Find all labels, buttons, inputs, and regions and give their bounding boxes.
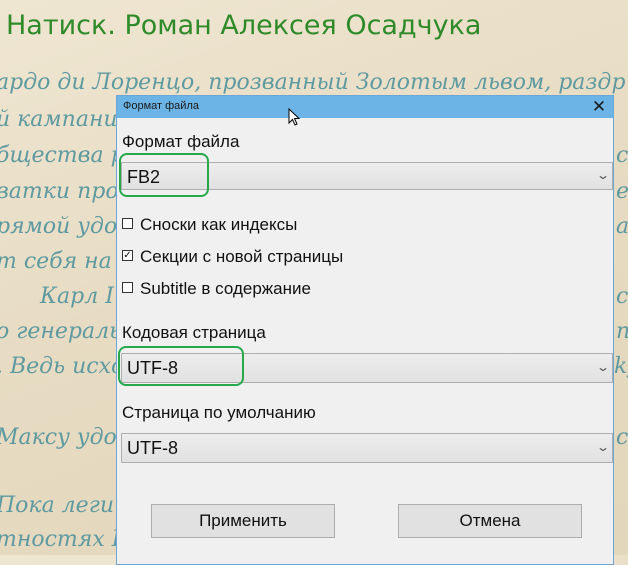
codepage-value: UTF-8 [127,358,178,378]
dialog-titlebar[interactable]: Формат файла ✕ [117,96,613,118]
book-title: Натиск. Роман Алексея Осадчука [6,10,482,41]
background-text-fragment: c [616,143,628,168]
cancel-button[interactable]: Отмена [398,504,582,538]
apply-button[interactable]: Применить [151,504,335,538]
format-value: FB2 [127,167,161,187]
close-button[interactable]: ✕ [585,96,613,118]
background-text-fragment: c [616,425,628,450]
mouse-cursor-icon [288,108,301,126]
sections-new-page-checkbox[interactable]: ✓ [122,250,133,261]
dialog-title: Формат файла [123,100,199,112]
format-label: Формат файла [122,132,240,151]
background-text-fragment: ky [614,354,628,379]
codepage-select[interactable]: UTF-8 ⌄ [121,353,613,383]
footnotes-as-index-label[interactable]: Сноски как индексы [140,215,297,235]
default-page-value: UTF-8 [127,438,178,458]
codepage-label: Кодовая страница [122,323,266,342]
background-text-line: рямой удо [0,214,118,239]
chevron-down-icon: ⌄ [595,360,611,374]
background-text-fragment: e [616,179,628,204]
background-text-line: й кампани [0,107,118,132]
check-mark-icon: ✓ [123,250,132,261]
chevron-down-icon: ⌄ [595,440,611,454]
background-text-line: Максу удо [0,425,117,450]
background-text-fragment: n [616,319,628,344]
format-select[interactable]: FB2 ⌄ [121,162,613,190]
subtitle-in-contents-checkbox[interactable] [122,282,133,293]
background-text-line: . Ведь исхо [0,354,125,379]
default-page-select[interactable]: UTF-8 ⌄ [121,433,613,463]
background-text-fragment: c [616,284,628,309]
file-format-dialog: Формат файла ✕ Формат файла FB2 ⌄ Сноски… [116,95,614,565]
background-text-line: бщества р [0,143,125,168]
background-text-line: Пока леги [0,493,114,518]
background-text-line: Карл I [40,284,114,309]
chevron-down-icon: ⌄ [595,168,611,182]
footnotes-as-index-checkbox[interactable] [122,218,133,229]
background-text-fragment: a [616,214,628,239]
background-text-line: ватки про [0,179,119,204]
subtitle-in-contents-label[interactable]: Subtitle в содержание [140,279,311,299]
background-text-line: о генераль [0,319,122,344]
background-text-line: ардо ди Лоренцо, прозванный Золотым льво… [0,70,626,95]
sections-new-page-label[interactable]: Секции с новой страницы [140,247,343,267]
default-page-label: Страница по умолчанию [122,403,316,422]
background-text-line: т себя на [0,249,112,274]
